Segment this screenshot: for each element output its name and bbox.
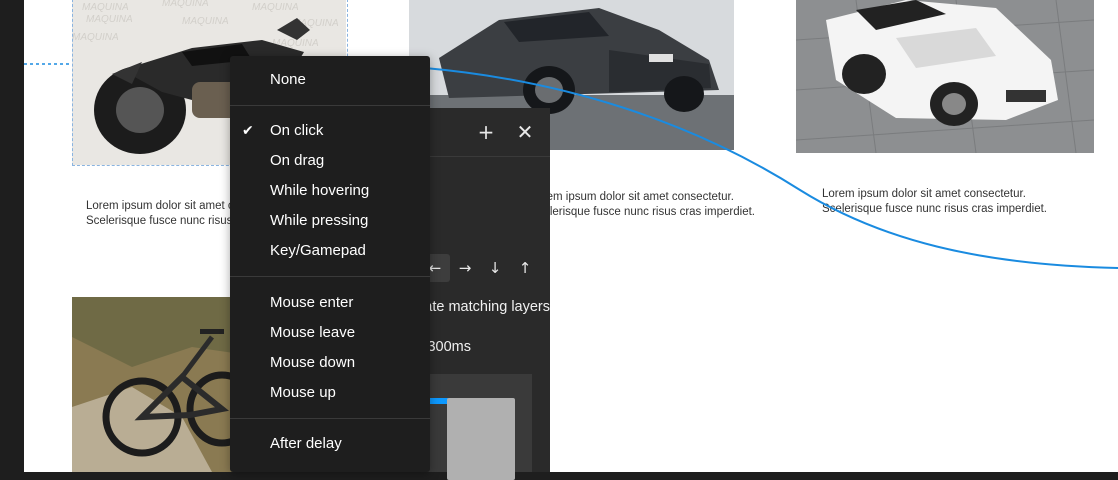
menu-item-while-hovering[interactable]: While hovering	[230, 176, 430, 206]
menu-item-label: Mouse up	[270, 384, 336, 401]
lancer-image[interactable]	[796, 0, 1094, 153]
svg-text:MAQUINA: MAQUINA	[86, 14, 133, 25]
svg-text:MAQUINA: MAQUINA	[162, 0, 209, 9]
menu-item-label: Mouse enter	[270, 294, 354, 311]
menu-item-mouse-down[interactable]: Mouse down	[230, 348, 430, 378]
checkmark-icon: ✔	[242, 123, 254, 139]
menu-item-mouse-up[interactable]: Mouse up	[230, 378, 430, 408]
menu-item-none[interactable]: None	[230, 65, 430, 95]
menu-item-label: While pressing	[270, 212, 369, 229]
menu-item-on-drag[interactable]: On drag	[230, 146, 430, 176]
menu-item-label: While hovering	[270, 182, 370, 199]
svg-text:MAQUINA: MAQUINA	[72, 32, 119, 43]
close-icon[interactable]: ✕	[513, 120, 537, 144]
left-sidebar-edge	[0, 0, 24, 472]
menu-item-label: After delay	[270, 435, 342, 452]
menu-divider	[230, 276, 430, 277]
design-canvas[interactable]: MAQUINA MAQUINA MAQUINA MAQUINA MAQUINA MAQU…	[24, 0, 1118, 472]
caption-civic: Lorem ipsum dolor sit amet consectetur. …	[530, 190, 755, 220]
menu-item-mouse-enter[interactable]: Mouse enter	[230, 288, 430, 318]
svg-text:MAQUINA: MAQUINA	[82, 2, 129, 13]
menu-divider	[230, 105, 430, 106]
caption-line: Lorem ipsum dolor sit amet consectetur.	[530, 191, 734, 203]
duration-label: 300ms	[427, 339, 471, 355]
direction-selector: ← → ↓ ↑	[420, 254, 540, 282]
svg-text:MAQUINA: MAQUINA	[182, 16, 229, 27]
menu-divider	[230, 418, 430, 419]
menu-item-key-gamepad[interactable]: Key/Gamepad	[230, 236, 430, 266]
menu-item-on-click[interactable]: ✔ On click	[230, 116, 430, 146]
caption-line: Lorem ipsum dolor sit amet consectetur.	[822, 188, 1026, 200]
arrow-down-icon[interactable]: ↓	[480, 254, 510, 282]
arrow-right-icon[interactable]: →	[450, 254, 480, 282]
caption-lancer: Lorem ipsum dolor sit amet consectetur. …	[822, 187, 1047, 217]
menu-item-label: On click	[270, 122, 324, 139]
caption-line: Scelerisque fusce nunc risus cras imperd…	[530, 206, 755, 218]
menu-item-after-delay[interactable]: After delay	[230, 429, 430, 459]
trigger-dropdown: None ✔ On click On drag While hovering W…	[230, 56, 430, 472]
preview-after-frame	[447, 398, 515, 480]
svg-text:MAQUINA: MAQUINA	[252, 2, 299, 13]
menu-item-label: Mouse leave	[270, 324, 356, 341]
arrow-up-icon[interactable]: ↑	[510, 254, 540, 282]
menu-item-while-pressing[interactable]: While pressing	[230, 206, 430, 236]
menu-item-label: Key/Gamepad	[270, 242, 366, 259]
menu-item-label: Mouse down	[270, 354, 356, 371]
menu-item-mouse-leave[interactable]: Mouse leave	[230, 318, 430, 348]
menu-item-label: On drag	[270, 152, 325, 169]
menu-item-label: None	[270, 71, 306, 88]
plus-icon[interactable]: +	[474, 120, 498, 144]
caption-line: Scelerisque fusce nunc risus cras imperd…	[822, 203, 1047, 215]
